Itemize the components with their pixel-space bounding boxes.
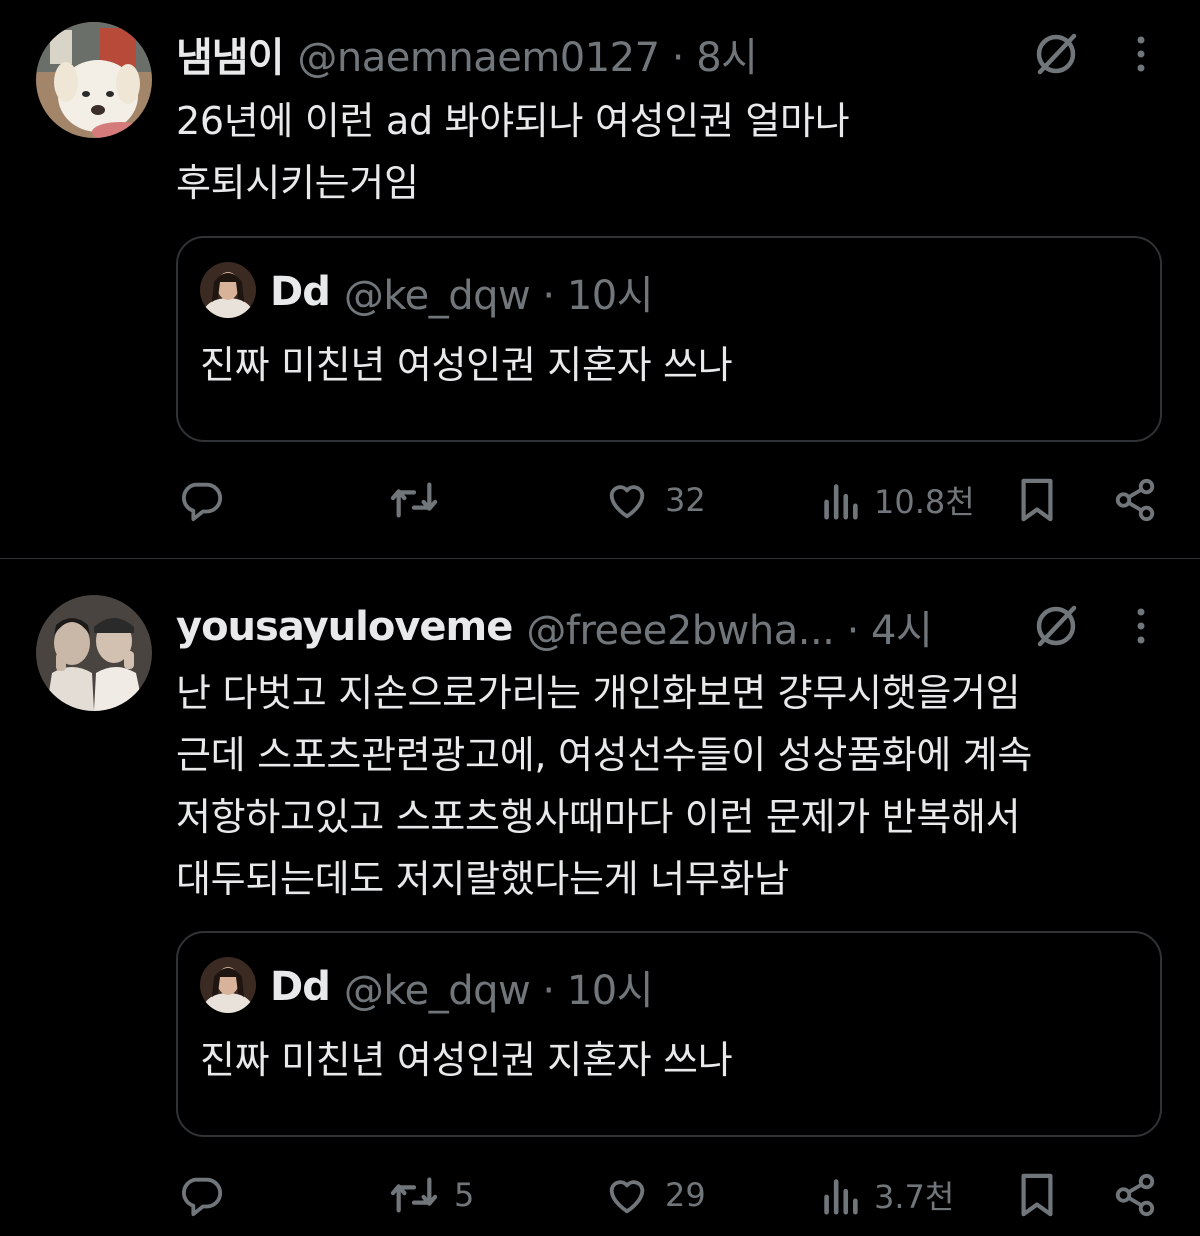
tweet-text: 26년에 이런 ad 봐야되나 여성인권 얼마나 후퇴시키는거임: [176, 90, 850, 214]
quoted-tweet[interactable]: Dd @ke_dqw · 10시 진짜 미친년 여성인권 지혼자 쓰나: [176, 236, 1162, 442]
retweet-icon: [390, 482, 438, 518]
quoted-handle-and-time[interactable]: @ke_dqw · 10시: [344, 263, 654, 321]
bookmark-icon: [1021, 478, 1053, 522]
quoted-avatar[interactable]: [200, 262, 256, 318]
woman-avatar-icon: [200, 957, 256, 1013]
like-count: 29: [665, 1176, 706, 1214]
like-button[interactable]: 29: [603, 1165, 706, 1225]
tweet-text-line: 근데 스포츠관련광고에, 여성선수들이 성상품화에 계속: [176, 733, 1033, 777]
share-button[interactable]: [1112, 470, 1158, 530]
views-button[interactable]: 3.7천: [820, 1165, 954, 1225]
tweet-text-line: 난 다벗고 지손으로가리는 개인화보면 걍무시햇을거임: [176, 671, 1021, 715]
tweet-text: 난 다벗고 지손으로가리는 개인화보면 걍무시햇을거임 근데 스포츠관련광고에,…: [176, 662, 1032, 910]
tweet-text-line: 대두되는데도 저지랄했다는게 너무화남: [176, 857, 789, 901]
reply-button[interactable]: [178, 470, 238, 530]
avatar[interactable]: [36, 22, 152, 138]
grok-icon[interactable]: [1030, 600, 1082, 652]
more-options-icon[interactable]: [1131, 30, 1151, 78]
quoted-header: Dd @ke_dqw · 10시: [270, 262, 654, 322]
heart-icon: [609, 1180, 645, 1214]
retweet-button[interactable]: 5: [388, 1165, 474, 1225]
quoted-text: 진짜 미친년 여성인권 지혼자 쓰나: [200, 1038, 733, 1082]
tweet[interactable]: 냄냄이 @naemnaem0127 · 8시 26년에 이런 ad 봐야되나 여…: [0, 0, 1200, 559]
bookmark-icon: [1021, 1173, 1053, 1217]
avatar[interactable]: [36, 595, 152, 711]
tweet-text-line: 후퇴시키는거임: [176, 161, 419, 205]
retweet-icon: [390, 1177, 438, 1213]
display-name[interactable]: yousayuloveme: [176, 604, 513, 650]
woman-avatar-icon: [200, 262, 256, 318]
tweet-header: yousayuloveme @freee2bwha... · 4시: [176, 597, 933, 657]
handle-and-time[interactable]: @freee2bwha... · 4시: [526, 598, 932, 656]
reply-icon: [182, 482, 223, 522]
tweet-text-line: 26년에 이런 ad 봐야되나 여성인권 얼마나: [176, 99, 850, 143]
more-options-icon[interactable]: [1131, 602, 1151, 650]
puppy-avatar-icon: [36, 22, 152, 138]
bookmark-button[interactable]: [1014, 470, 1060, 530]
quoted-header: Dd @ke_dqw · 10시: [270, 957, 654, 1017]
views-count: 3.7천: [874, 1178, 955, 1216]
handle-and-time[interactable]: @naemnaem0127 · 8시: [297, 25, 758, 83]
retweet-count: 5: [454, 1176, 475, 1214]
views-icon: [824, 484, 858, 520]
two-people-avatar-icon: [36, 595, 152, 711]
display-name[interactable]: 냄냄이: [176, 25, 284, 83]
tweet-header: 냄냄이 @naemnaem0127 · 8시: [176, 24, 758, 84]
quoted-display-name[interactable]: Dd: [270, 269, 331, 315]
quoted-handle-and-time[interactable]: @ke_dqw · 10시: [344, 958, 654, 1016]
heart-icon: [609, 485, 645, 519]
action-bar: 5 29 3.7천: [0, 1165, 1200, 1225]
reply-icon: [182, 1177, 223, 1217]
reply-button[interactable]: [178, 1165, 238, 1225]
views-button[interactable]: 10.8천: [820, 470, 975, 530]
quoted-avatar[interactable]: [200, 957, 256, 1013]
quoted-display-name[interactable]: Dd: [270, 964, 331, 1010]
action-bar: 32 10.8천: [0, 470, 1200, 530]
tweet-text-line: 저항하고있고 스포츠행사때마다 이런 문제가 반복해서: [176, 795, 1021, 839]
like-button[interactable]: 32: [603, 470, 706, 530]
share-icon: [1115, 478, 1155, 522]
views-count: 10.8천: [874, 483, 975, 521]
share-button[interactable]: [1112, 1165, 1158, 1225]
share-icon: [1115, 1173, 1155, 1217]
bookmark-button[interactable]: [1014, 1165, 1060, 1225]
grok-icon[interactable]: [1030, 28, 1082, 80]
quoted-text: 진짜 미친년 여성인권 지혼자 쓰나: [200, 343, 733, 387]
views-icon: [824, 1179, 858, 1215]
tweet[interactable]: yousayuloveme @freee2bwha... · 4시 난 다벗고 …: [0, 559, 1200, 1236]
retweet-button[interactable]: [388, 470, 454, 530]
quoted-tweet[interactable]: Dd @ke_dqw · 10시 진짜 미친년 여성인권 지혼자 쓰나: [176, 931, 1162, 1137]
like-count: 32: [665, 481, 706, 519]
